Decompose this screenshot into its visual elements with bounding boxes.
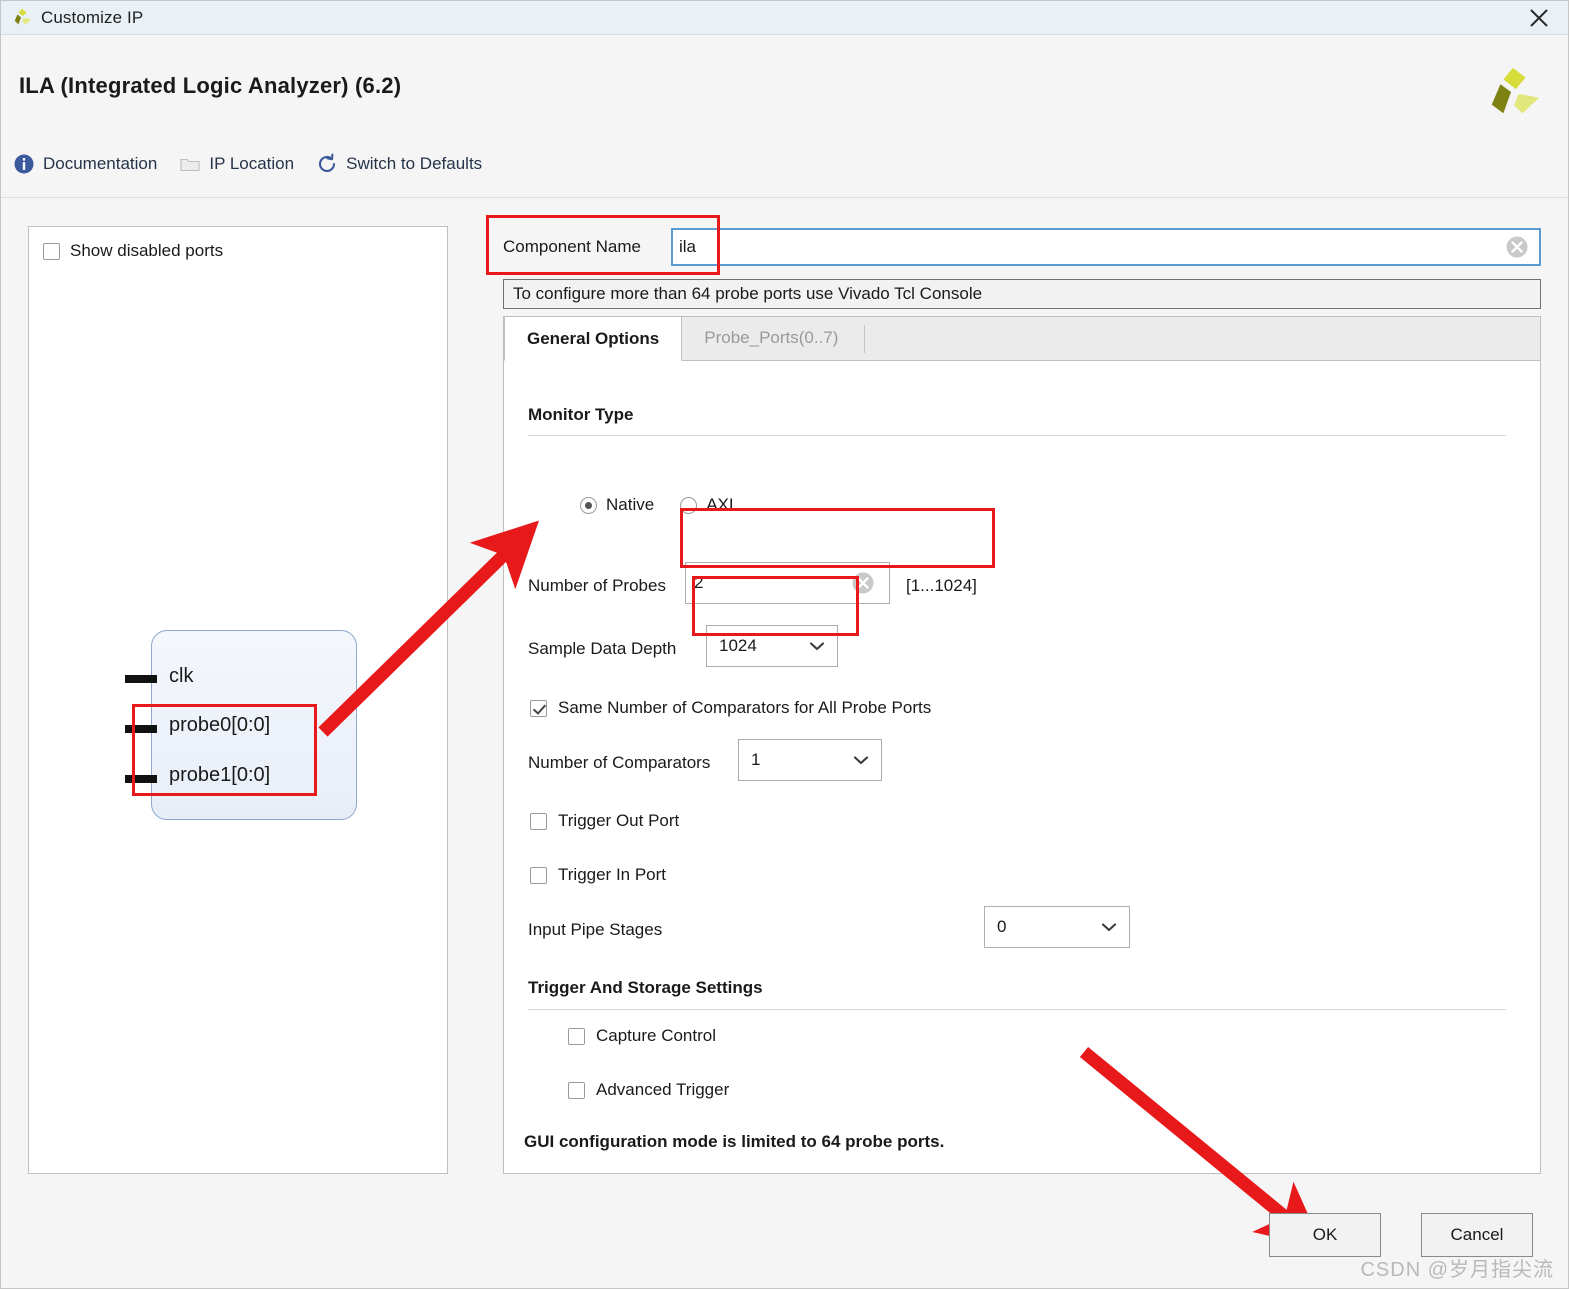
clear-icon[interactable] [1505,235,1529,259]
xilinx-logo-icon [1491,67,1540,114]
monitor-type-rule [528,435,1506,436]
toolbar: Documentation IP Location Switch to Defa… [13,153,482,175]
component-name-input-wrap [671,228,1541,266]
clear-icon[interactable] [851,571,875,595]
radio-native-label: Native [606,495,655,514]
radio-axi[interactable]: AXI [680,495,734,515]
number-of-probes-value: 2 [694,573,704,592]
tab-strip: General Options Probe_Ports(0..7) [504,317,1540,361]
port-pin-probe0 [125,725,157,733]
number-of-probes-range-hint: [1...1024] [906,576,977,595]
chevron-down-icon [809,642,825,651]
watermark: CSDN @岁月指尖流 [1360,1259,1554,1281]
capture-control-label: Capture Control [596,1026,717,1045]
chevron-down-icon [1101,923,1117,932]
advanced-trigger-checkbox[interactable]: Advanced Trigger [568,1080,729,1100]
trigger-out-port-label: Trigger Out Port [558,811,680,830]
cancel-button[interactable]: Cancel [1421,1213,1533,1257]
show-disabled-ports-label: Show disabled ports [70,241,224,260]
ip-symbol-panel: Show disabled ports clk probe0[0:0] prob… [28,226,448,1174]
general-options-body: Monitor Type Native AXI Number of Probes… [504,361,1540,1173]
trigger-in-port-label: Trigger In Port [558,865,667,884]
input-pipe-stages-label: Input Pipe Stages [528,920,663,939]
same-comparators-label: Same Number of Comparators for All Probe… [558,698,932,717]
number-of-comparators-select[interactable]: 1 [738,739,882,781]
monitor-type-section-title: Monitor Type [528,405,634,424]
checkbox-box [530,699,547,717]
same-comparators-checkbox[interactable]: Same Number of Comparators for All Probe… [530,698,931,718]
trigger-storage-section-title: Trigger And Storage Settings [528,978,763,997]
ip-location-label: IP Location [209,154,295,173]
trigger-storage-rule [528,1009,1506,1010]
input-pipe-stages-value: 0 [997,917,1007,936]
input-pipe-stages-select[interactable]: 0 [984,906,1130,948]
tab-general-options[interactable]: General Options [504,317,683,361]
port-pin-probe1 [125,775,157,783]
number-of-comparators-value: 1 [751,750,761,769]
capture-control-checkbox[interactable]: Capture Control [568,1026,716,1046]
tab-probe-ports[interactable]: Probe_Ports(0..7) [682,316,860,360]
refresh-icon [319,153,336,173]
customize-ip-dialog: Customize IP ILA (Integrated Logic Analy… [0,0,1569,1289]
port-pin-clk [125,675,157,683]
checkbox-box [530,866,547,884]
component-name-input[interactable] [673,230,1539,264]
radio-native-indicator [580,496,597,514]
advanced-trigger-label: Advanced Trigger [596,1080,730,1099]
checkbox-box [568,1027,585,1045]
documentation-label: Documentation [43,154,158,173]
trigger-in-port-checkbox[interactable]: Trigger In Port [530,865,666,885]
switch-to-defaults-link[interactable]: Switch to Defaults [316,153,482,175]
info-bar: To configure more than 64 probe ports us… [503,279,1541,309]
port-label-probe1: probe1[0:0] [169,764,271,786]
documentation-link[interactable]: Documentation [13,153,157,175]
number-of-probes-label: Number of Probes [528,576,666,595]
show-disabled-ports-checkbox[interactable]: Show disabled ports [43,241,223,261]
info-icon [14,154,34,174]
port-label-clk: clk [169,665,194,687]
sample-data-depth-select[interactable]: 1024 [706,625,838,667]
tab-panel: General Options Probe_Ports(0..7) Monito… [503,316,1541,1174]
xilinx-logo-icon [14,8,32,24]
monitor-type-radio-group: Native AXI [580,495,734,515]
chevron-down-icon [853,756,869,765]
gui-limit-note: GUI configuration mode is limited to 64 … [524,1132,945,1151]
component-name-label: Component Name [503,237,641,256]
ip-location-link[interactable]: IP Location [179,153,294,175]
switch-to-defaults-label: Switch to Defaults [346,154,483,173]
ok-button[interactable]: OK [1269,1213,1381,1257]
sample-data-depth-label: Sample Data Depth [528,639,677,658]
checkbox-box [43,242,60,260]
radio-axi-indicator [680,496,698,514]
port-label-probe0: probe0[0:0] [169,714,271,736]
trigger-out-port-checkbox[interactable]: Trigger Out Port [530,811,679,831]
checkbox-box [568,1081,585,1099]
close-icon[interactable] [1524,5,1554,31]
title-bar: Customize IP [1,1,1568,35]
sample-data-depth-value: 1024 [719,636,757,655]
tab-divider [864,325,866,353]
window-title: Customize IP [41,7,144,27]
page-title: ILA (Integrated Logic Analyzer) (6.2) [19,73,402,98]
checkbox-box [530,812,547,830]
radio-axi-label: AXI [706,495,734,514]
number-of-comparators-label: Number of Comparators [528,753,711,772]
ip-block-symbol: clk probe0[0:0] probe1[0:0] [125,630,357,820]
component-name-row: Component Name [503,227,1541,267]
header-divider [1,197,1568,198]
number-of-probes-input[interactable]: 2 [685,562,890,604]
radio-native[interactable]: Native [580,495,654,515]
folder-icon [180,158,200,172]
